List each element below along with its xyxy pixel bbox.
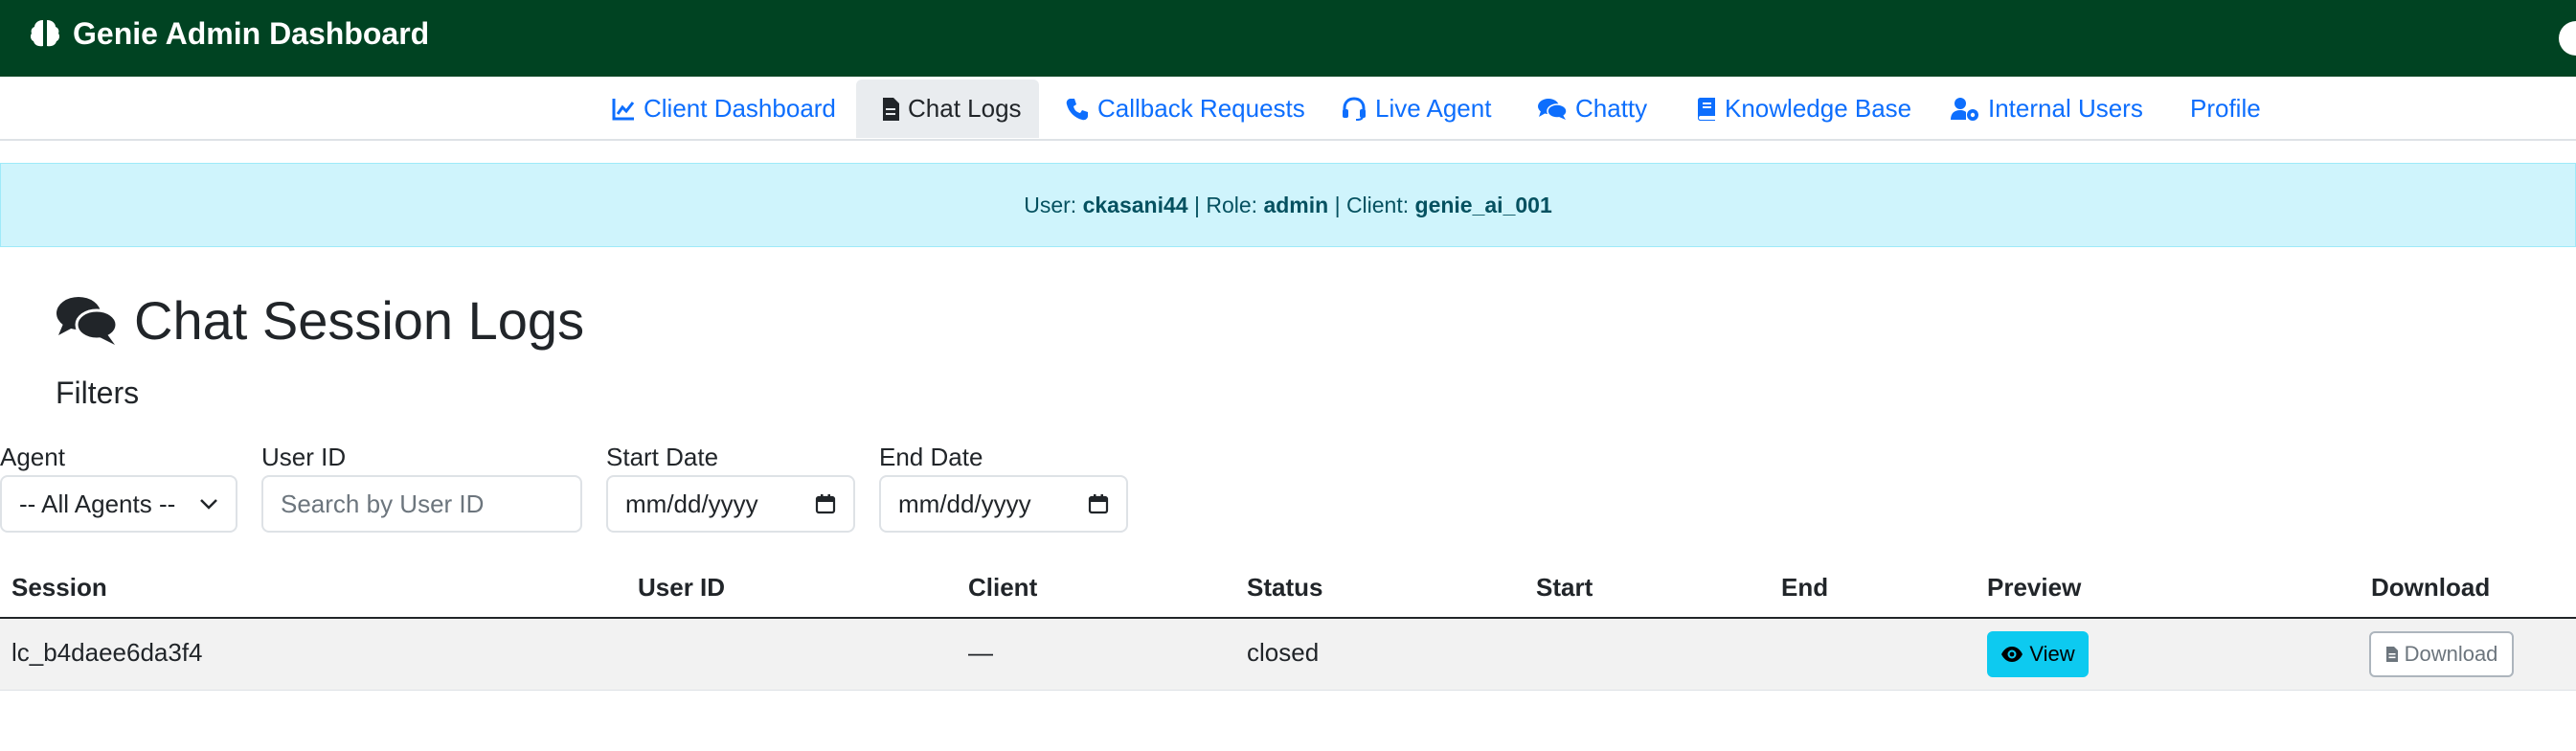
tab-client-dashboard[interactable]: Client Dashboard [611,80,836,138]
chart-line-icon [612,98,635,120]
column-header-status: Status [1247,573,1323,602]
download-button[interactable]: Download [2369,631,2514,677]
tab-callback-requests[interactable]: Callback Requests [1065,80,1305,138]
eye-icon [2001,647,2023,662]
headset-icon [1343,96,1366,121]
main-nav: Client Dashboard Chat Logs Callback Requ… [0,77,2576,141]
calendar-icon[interactable] [1088,493,1109,514]
start-date-input[interactable]: mm/dd/yyyy [606,475,855,533]
agent-filter-label: Agent [0,443,65,471]
phone-icon [1066,98,1088,120]
book-icon [1698,97,1715,121]
page-title: Chat Session Logs [56,284,584,356]
client-cell: — [968,638,993,667]
view-button[interactable]: View [1987,631,2089,677]
calendar-icon[interactable] [815,493,836,514]
user-info-banner: User: ckasani44 | Role: admin | Client: … [0,163,2576,247]
column-header-preview: Preview [1987,573,2082,602]
agent-select[interactable]: -- All Agents -- [0,475,237,533]
comments-icon [56,297,119,345]
brand[interactable]: Genie Admin Dashboard [29,12,429,55]
filters-heading: Filters [56,376,140,410]
session-id-cell: lc_b4daee6da3f4 [11,638,203,667]
user-id-input[interactable]: Search by User ID [261,475,582,533]
user-name: ckasani44 [1082,192,1188,217]
column-header-start: Start [1536,573,1593,602]
file-icon [2385,647,2398,662]
column-header-end: End [1781,573,1829,602]
comments-icon [1538,98,1568,120]
file-icon [883,97,899,121]
end-date-input[interactable]: mm/dd/yyyy [879,475,1128,533]
status-cell: closed [1247,638,1320,667]
column-header-session: Session [11,573,107,602]
user-gear-icon [1951,97,1978,121]
app-title: Genie Admin Dashboard [73,15,430,51]
client-id: genie_ai_001 [1414,192,1552,217]
column-header-download: Download [2371,573,2491,602]
top-navbar: Genie Admin Dashboard [0,0,2576,77]
user-id-filter-label: User ID [261,443,347,471]
tab-knowledge-base[interactable]: Knowledge Base [1696,80,1911,138]
tab-chatty[interactable]: Chatty [1537,80,1647,138]
chevron-down-icon [200,499,217,510]
tab-internal-users[interactable]: Internal Users [1950,80,2143,138]
tab-live-agent[interactable]: Live Agent [1341,80,1491,138]
tab-chat-logs[interactable]: Chat Logs [856,80,1039,138]
user-role: admin [1263,192,1329,217]
end-date-filter-label: End Date [879,443,983,471]
start-date-filter-label: Start Date [606,443,719,471]
tab-profile[interactable]: Profile [2190,80,2261,138]
column-header-user-id: User ID [638,573,726,602]
column-header-client: Client [968,573,1038,602]
user-menu-icon[interactable] [2559,21,2576,56]
brain-icon [30,20,60,47]
